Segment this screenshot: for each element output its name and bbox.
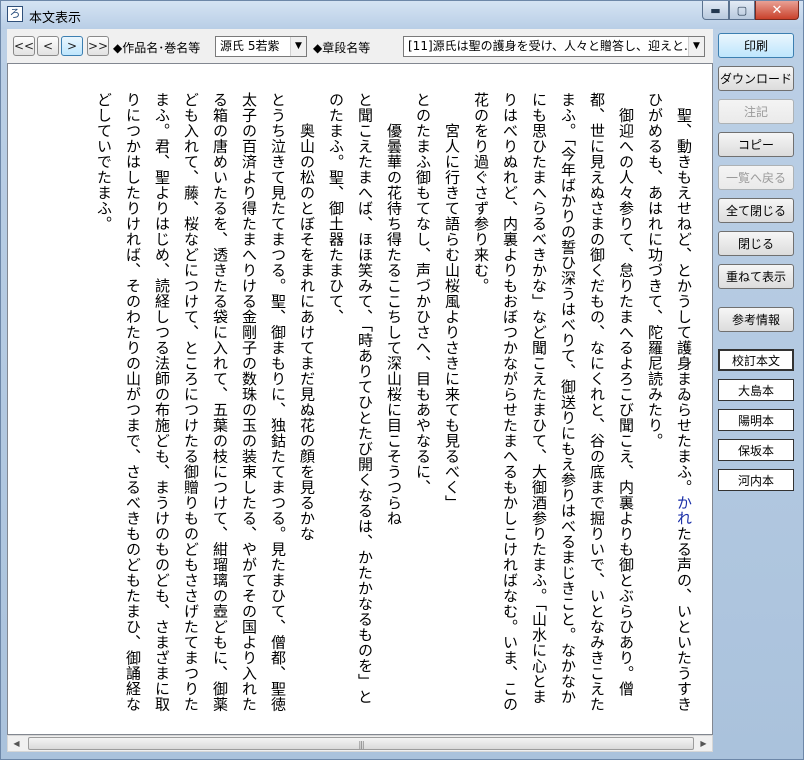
section-select[interactable]: [11]源氏は聖の護身を受け、人々と贈答し、迎えと... ▼: [403, 36, 705, 57]
grip-icon: |||: [358, 740, 364, 749]
last-page-button[interactable]: >>: [87, 36, 109, 56]
work-title-value: 源氏 5若紫: [220, 39, 280, 53]
close-all-button[interactable]: 全て閉じる: [718, 198, 794, 223]
paragraph-4: と聞こえたまへば、ほほ笑みて、「時ありてひとたび開くなるは、かたかなるものを」と…: [321, 92, 379, 712]
main-window: ろ 本文表示 ▬ ▢ ✕ << < > >> ◆作品名･巻名等 源氏 5若紫 ▼…: [0, 0, 804, 760]
scroll-left-icon[interactable]: ◀: [8, 736, 25, 751]
section-label: ◆章段名等: [313, 41, 371, 55]
paragraph-3-text: とのたまふ御もてなし、声づかひさへ、目もあやなるに、: [414, 92, 432, 495]
scroll-right-icon[interactable]: ▶: [695, 736, 712, 751]
cascade-display-button[interactable]: 重ねて表示: [718, 264, 794, 289]
version-kawachi-button[interactable]: 河内本: [718, 469, 794, 491]
maximize-button[interactable]: ▢: [729, 1, 755, 20]
close-window-button[interactable]: ✕: [755, 1, 799, 20]
work-title-label: ◆作品名･巻名等: [113, 41, 201, 55]
paragraph-2-text: 御迎への人々参りて、怠りたまへるよろこび聞こえ、内裏よりも御とぶらひあり。僧都、…: [472, 92, 635, 712]
section-value: [11]源氏は聖の護身を受け、人々と贈答し、迎えと...: [408, 39, 696, 53]
text-display-area[interactable]: 聖、動きもえせねど、とかうして護身まゐらせたまふ。かれたる声の、いといたうすきひ…: [7, 63, 713, 735]
vertical-body-text: 聖、動きもえせねど、とかうして護身まゐらせたまふ。かれたる声の、いといたうすきひ…: [89, 92, 698, 712]
horizontal-scrollbar[interactable]: ◀ ||| ▶: [7, 735, 713, 752]
download-button[interactable]: ダウンロード: [718, 66, 794, 91]
paragraph-3: とのたまふ御もてなし、声づかひさへ、目もあやなるに、: [408, 92, 437, 712]
chevron-down-icon: ▼: [688, 37, 704, 56]
version-yomei-button[interactable]: 陽明本: [718, 409, 794, 431]
app-icon: ろ: [7, 6, 23, 22]
version-oshima-button[interactable]: 大島本: [718, 379, 794, 401]
back-to-list-button[interactable]: 一覧へ戻る: [718, 165, 794, 190]
print-button[interactable]: 印刷: [718, 33, 794, 58]
highlighted-word[interactable]: かれ: [675, 495, 693, 526]
paragraph-2: 御迎への人々参りて、怠りたまへるよろこび聞こえ、内裏よりも御とぶらひあり。僧都、…: [466, 92, 640, 712]
poem-3-text: 奥山の松のとぼそをまれにあけてまだ見ぬ花の顔を見るかな: [298, 123, 316, 542]
version-koutei-button[interactable]: 校訂本文: [718, 349, 794, 371]
poem-2: 優曇華の花待ち得たるここちして深山桜に目こそうつらね: [379, 92, 408, 712]
close-icon: ✕: [771, 2, 783, 18]
scrollbar-thumb[interactable]: |||: [28, 737, 694, 750]
poem-1: 宮人に行きて語らむ山桜風よりさきに来ても見るべく」: [437, 92, 466, 712]
version-hosaka-button[interactable]: 保坂本: [718, 439, 794, 461]
next-page-button[interactable]: >: [61, 36, 83, 56]
work-title-select[interactable]: 源氏 5若紫 ▼: [215, 36, 307, 57]
paragraph-5-text: とうち泣きて見たてまつる。聖、御まもりに、独鈷たてまつる。見たまひて、僧都、聖徳…: [95, 92, 287, 712]
maximize-icon: ▢: [736, 3, 748, 17]
prev-page-button[interactable]: <: [37, 36, 59, 56]
poem-3: 奥山の松のとぼそをまれにあけてまだ見ぬ花の顔を見るかな: [292, 92, 321, 712]
first-page-button[interactable]: <<: [13, 36, 35, 56]
poem-2-text: 優曇華の花待ち得たるここちして深山桜に目こそうつらね: [385, 123, 403, 526]
chevron-down-icon: ▼: [290, 37, 306, 56]
paragraph-4-text: と聞こえたまへば、ほほ笑みて、「時ありてひとたび開くなるは、かたかなるものを」と…: [327, 92, 374, 705]
toolbar: << < > >> ◆作品名･巻名等 源氏 5若紫 ▼ ◆章段名等 [11]源氏…: [1, 29, 713, 63]
reference-info-button[interactable]: 参考情報: [718, 307, 794, 332]
minimize-button[interactable]: ▬: [702, 1, 729, 20]
paragraph-1: 聖、動きもえせねど、とかうして護身まゐらせたまふ。かれたる声の、いといたうすきひ…: [640, 92, 698, 712]
annotation-button[interactable]: 注記: [718, 99, 794, 124]
window-controls: ▬ ▢ ✕: [702, 1, 799, 21]
copy-button[interactable]: コピー: [718, 132, 794, 157]
minimize-icon: ▬: [710, 3, 721, 17]
window-title: 本文表示: [29, 11, 82, 26]
poem-1-text: 宮人に行きて語らむ山桜風よりさきに来ても見るべく」: [443, 123, 461, 511]
close-button[interactable]: 閉じる: [718, 231, 794, 256]
title-bar[interactable]: ろ 本文表示 ▬ ▢ ✕: [1, 1, 803, 29]
paragraph-1-lead: 聖、動きもえせねど、とかうして護身まゐらせたまふ。: [675, 107, 693, 496]
paragraph-5: とうち泣きて見たてまつる。聖、御まもりに、独鈷たてまつる。見たまひて、僧都、聖徳…: [89, 92, 292, 712]
